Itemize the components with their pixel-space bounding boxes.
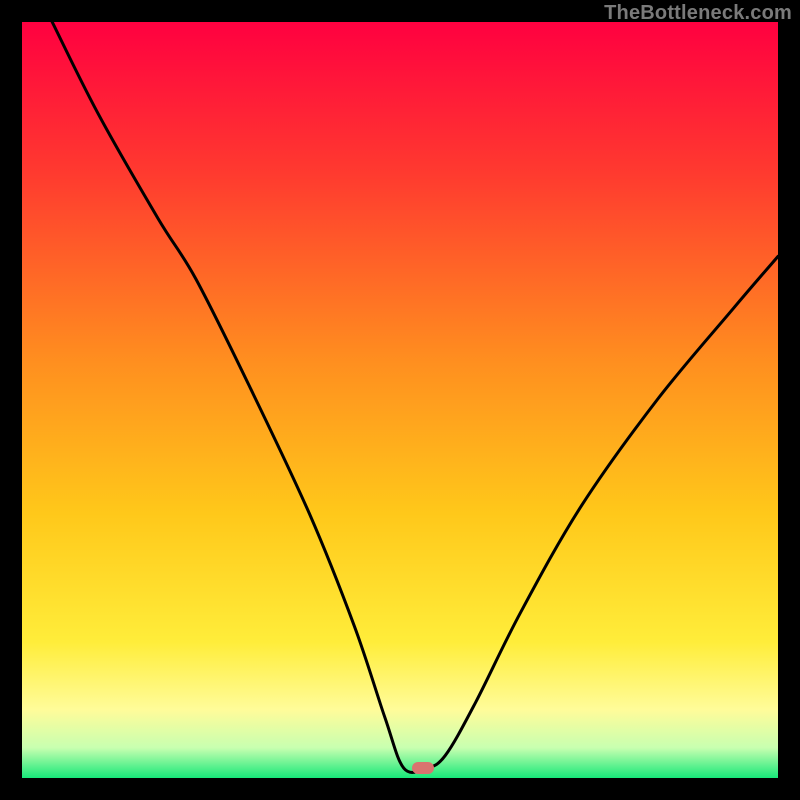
chart-frame: TheBottleneck.com (0, 0, 800, 800)
background-gradient (22, 22, 778, 778)
plot-area (22, 22, 778, 778)
optimum-marker (412, 762, 434, 774)
